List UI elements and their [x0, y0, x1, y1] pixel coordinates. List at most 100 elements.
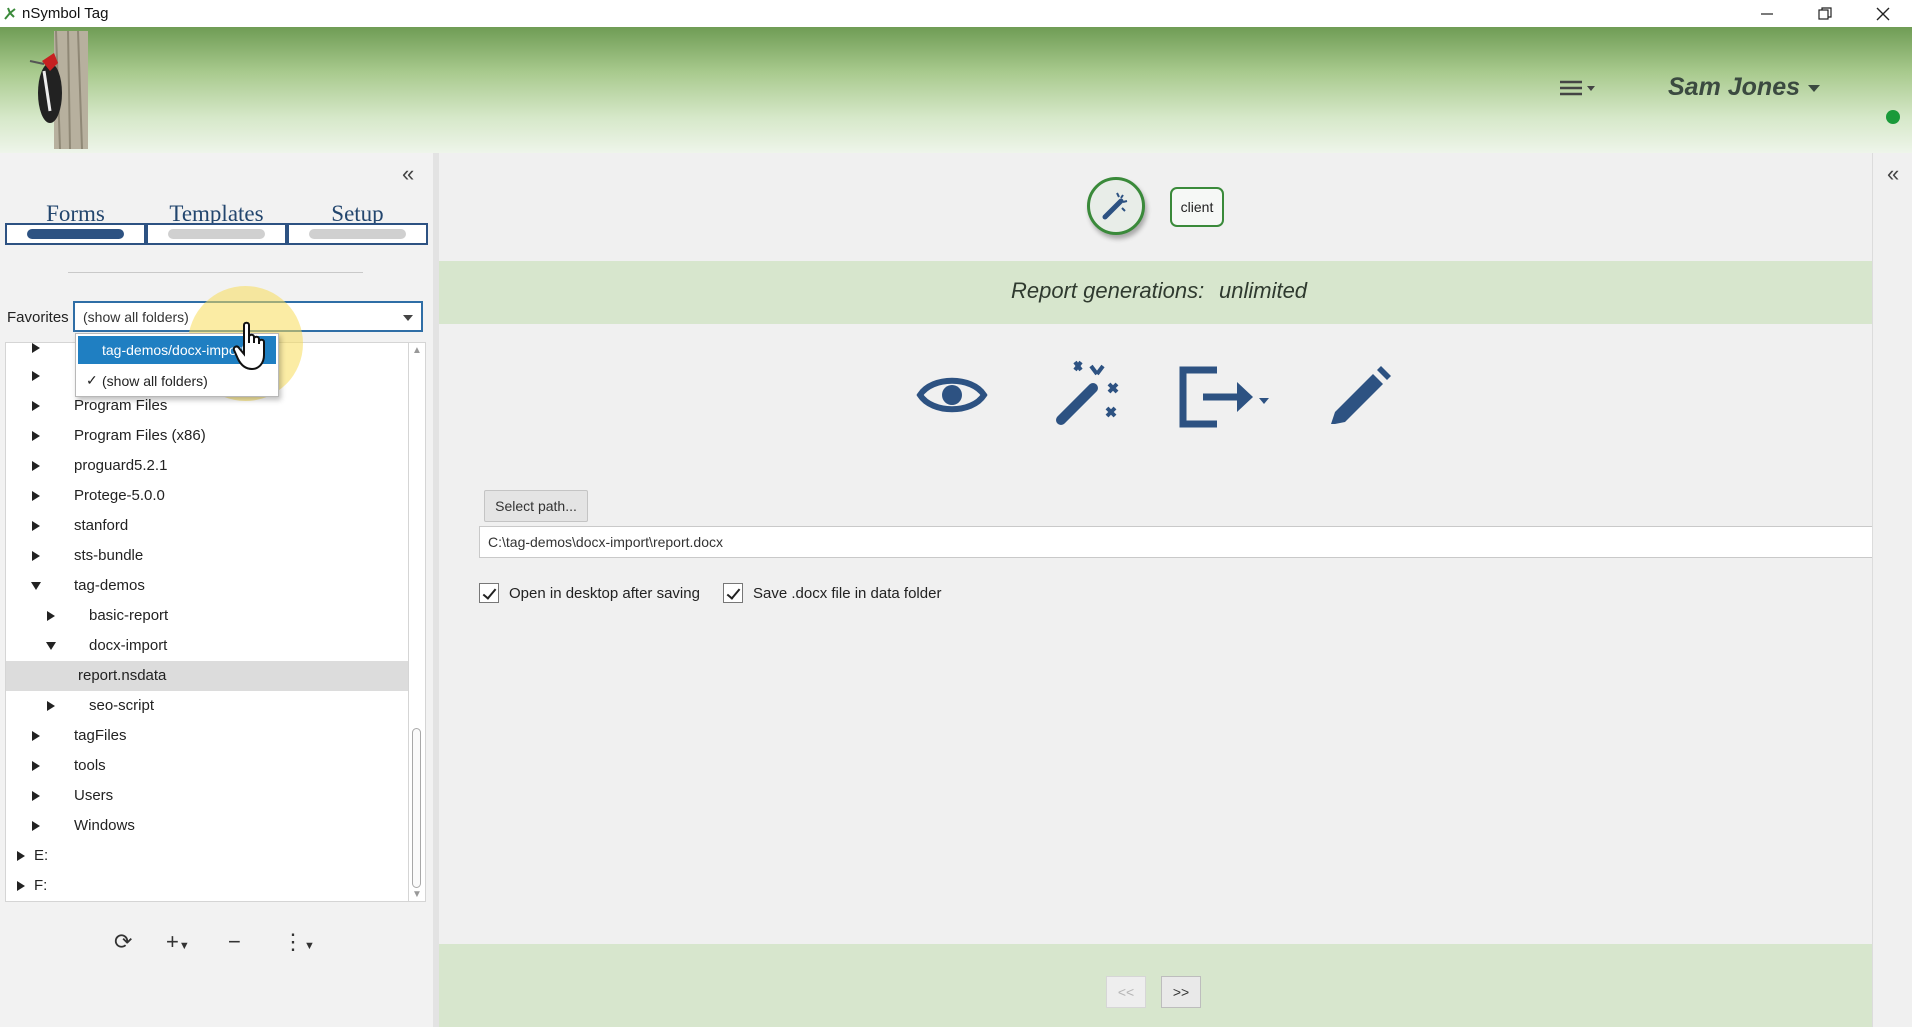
checkbox-checked-icon[interactable] — [479, 583, 499, 603]
folder-tree: Program Files Program Files (x86) progua… — [5, 342, 409, 902]
tree-row[interactable]: Users — [6, 781, 408, 811]
client-mode-button[interactable]: client — [1170, 187, 1224, 227]
tree-row-label: Windows — [74, 817, 135, 834]
action-toolbar — [439, 358, 1872, 438]
expand-icon[interactable] — [32, 551, 40, 561]
tree-row[interactable]: tagFiles — [6, 721, 408, 751]
chevron-down-icon: ▼ — [304, 940, 315, 952]
app-icon — [4, 7, 16, 20]
tree-row[interactable]: stanford — [6, 511, 408, 541]
tree-row-label: Protege-5.0.0 — [74, 487, 165, 504]
expand-icon[interactable] — [32, 491, 40, 501]
restore-button[interactable] — [1796, 0, 1854, 27]
tree-row[interactable]: Protege-5.0.0 — [6, 481, 408, 511]
tree-row[interactable]: proguard5.2.1 — [6, 451, 408, 481]
tree-row[interactable]: E: — [6, 841, 408, 871]
tree-row-label: E: — [34, 847, 49, 864]
option-label: (show all folders) — [102, 373, 208, 389]
tree-row-label: F: — [34, 877, 48, 894]
export-menu-button[interactable] — [1177, 366, 1277, 433]
add-menu-button[interactable]: +▼ — [166, 929, 190, 959]
main-menu-button[interactable] — [1556, 77, 1600, 99]
tree-row[interactable]: docx-import — [6, 631, 408, 661]
remove-icon[interactable]: − — [228, 929, 241, 959]
favorites-label: Favorites — [7, 309, 69, 326]
close-icon — [1876, 7, 1890, 20]
woodpecker-logo — [29, 31, 88, 149]
tree-row[interactable]: seo-script — [6, 691, 408, 721]
expand-icon[interactable] — [32, 431, 40, 441]
title-bar: nSymbol Tag — [0, 0, 1912, 27]
tree-row-selected[interactable]: report.nsdata — [6, 661, 408, 691]
hand-pointer-icon — [232, 321, 265, 371]
tab-templates[interactable]: Templates — [146, 195, 287, 245]
report-generations-value: unlimited — [1219, 278, 1308, 303]
tree-row[interactable]: F: — [6, 871, 408, 901]
scroll-down-icon[interactable]: ▼ — [412, 889, 422, 900]
collapse-left-panel-button[interactable]: « — [402, 161, 414, 187]
chevron-down-icon — [403, 315, 413, 321]
checkmark-icon: ✓ — [86, 372, 98, 388]
expand-icon[interactable] — [32, 761, 40, 771]
tree-row[interactable]: tools — [6, 751, 408, 781]
tree-row[interactable]: basic-report — [6, 601, 408, 631]
tab-setup[interactable]: Setup — [287, 195, 428, 245]
magic-wand-icon — [1056, 360, 1119, 425]
expand-icon[interactable] — [32, 731, 40, 741]
hamburger-dropdown-icon — [1560, 80, 1595, 96]
mode-controls: client — [439, 153, 1872, 261]
divider — [68, 272, 363, 273]
generate-button[interactable] — [1051, 358, 1123, 433]
tree-row-label: proguard5.2.1 — [74, 457, 168, 474]
expand-right-panel-button[interactable]: « — [1887, 161, 1899, 187]
output-path-input[interactable] — [479, 526, 1873, 558]
save-docx-checkbox[interactable]: Save .docx file in data folder — [723, 582, 941, 604]
tree-row-label: sts-bundle — [74, 547, 144, 564]
generate-mode-button[interactable] — [1087, 177, 1145, 235]
main-content: client Report generations: unlimited Sel… — [433, 153, 1873, 1027]
tree-row[interactable]: Program Files (x86) — [6, 421, 408, 451]
expand-icon[interactable] — [32, 401, 40, 411]
tree-row-label: stanford — [74, 517, 129, 534]
right-panel-collapsed: « — [1872, 153, 1912, 1027]
refresh-icon[interactable]: ⟳ — [114, 929, 132, 959]
expand-icon[interactable] — [17, 881, 25, 891]
more-menu-button[interactable]: ⋮▼ — [282, 929, 315, 959]
user-menu[interactable]: Sam Jones — [1668, 73, 1821, 102]
expand-icon[interactable] — [47, 611, 55, 621]
expand-icon[interactable] — [32, 461, 40, 471]
expand-icon[interactable] — [32, 821, 40, 831]
preview-button[interactable] — [916, 370, 988, 425]
tree-row-label: docx-import — [89, 637, 168, 654]
expand-icon[interactable] — [32, 371, 40, 381]
tree-row-label: tag-demos — [74, 577, 145, 594]
expand-icon[interactable] — [47, 701, 55, 711]
expand-icon[interactable] — [32, 521, 40, 531]
scroll-thumb[interactable] — [412, 728, 421, 888]
select-path-button[interactable]: Select path... — [484, 490, 588, 522]
minimize-icon — [1761, 12, 1773, 15]
tree-row[interactable]: Windows — [6, 811, 408, 841]
favorites-selected-value: (show all folders) — [83, 309, 189, 325]
collapse-icon[interactable] — [31, 582, 41, 590]
report-generations-label: Report generations: — [1011, 278, 1205, 303]
expand-icon[interactable] — [32, 791, 40, 801]
tab-forms[interactable]: Forms — [5, 195, 146, 245]
tree-scrollbar[interactable]: ▲ ▼ — [409, 342, 426, 902]
next-button[interactable]: >> — [1161, 976, 1201, 1008]
open-after-saving-checkbox[interactable]: Open in desktop after saving — [479, 582, 700, 604]
expand-icon[interactable] — [17, 851, 25, 861]
scroll-up-icon[interactable]: ▲ — [412, 345, 422, 356]
expand-icon[interactable] — [32, 343, 40, 353]
close-button[interactable] — [1854, 0, 1912, 27]
preview-eye-icon — [916, 377, 988, 413]
checkbox-checked-icon[interactable] — [723, 583, 743, 603]
tree-row-label: basic-report — [89, 607, 169, 624]
collapse-icon[interactable] — [46, 642, 56, 650]
edit-button[interactable] — [1327, 364, 1391, 433]
tree-row[interactable]: sts-bundle — [6, 541, 408, 571]
previous-button[interactable]: << — [1106, 976, 1146, 1008]
tree-row[interactable]: tag-demos — [6, 571, 408, 601]
report-generations-bar: Report generations: unlimited — [439, 261, 1872, 324]
minimize-button[interactable] — [1738, 0, 1796, 27]
